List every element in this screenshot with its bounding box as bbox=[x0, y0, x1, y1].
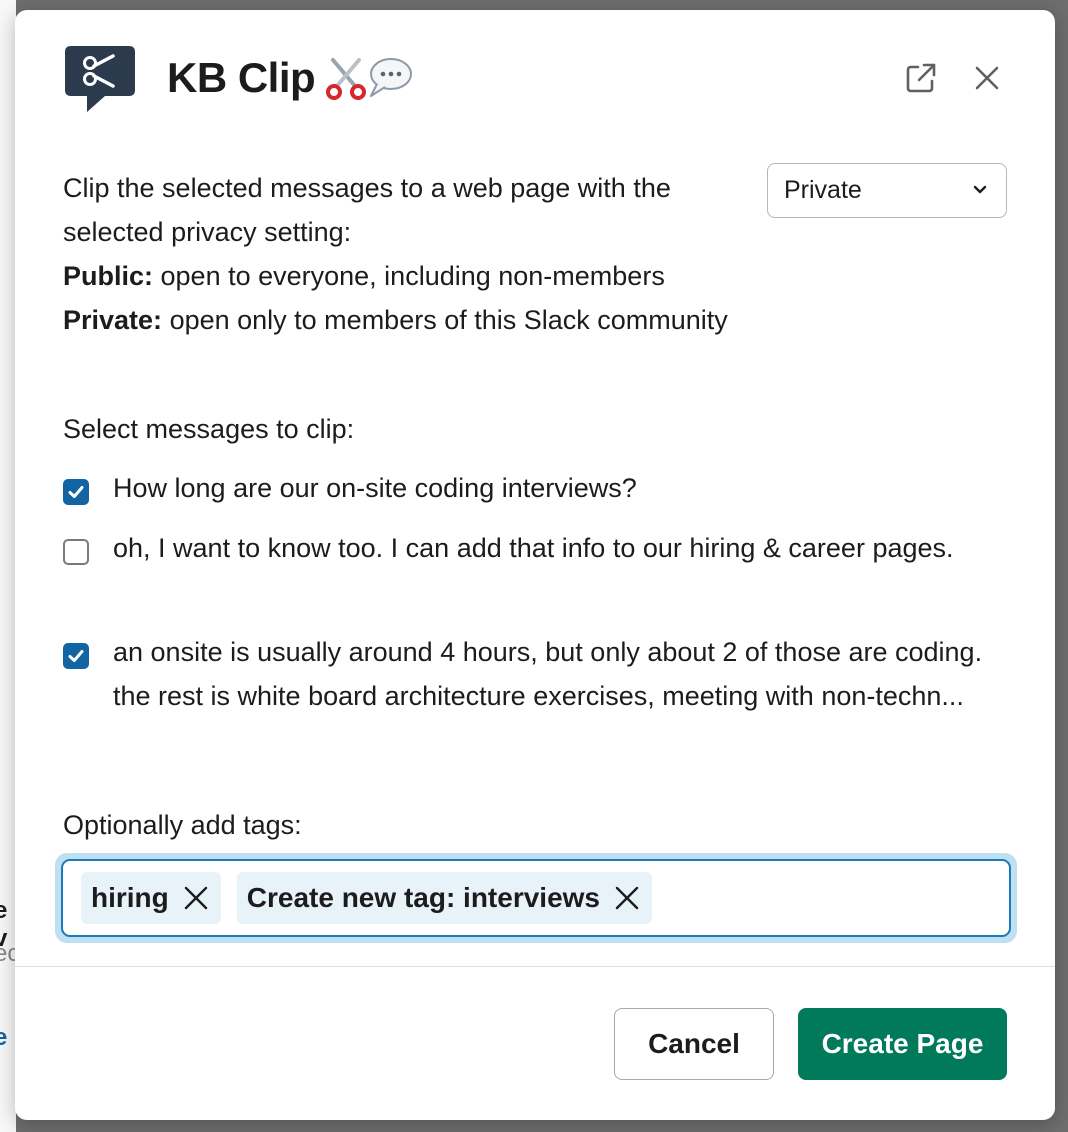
close-icon bbox=[975, 66, 999, 90]
background-app: e v ec e bbox=[0, 0, 19, 1132]
checkmark-icon bbox=[68, 650, 84, 662]
description-public: Public: open to everyone, including non-… bbox=[63, 254, 743, 298]
public-label: Public: bbox=[63, 261, 154, 291]
public-text: open to everyone, including non-members bbox=[153, 261, 665, 291]
privacy-select[interactable]: Private bbox=[767, 163, 1007, 218]
kb-clip-logo-icon bbox=[63, 44, 137, 114]
message-option[interactable]: an onsite is usually around 4 hours, but… bbox=[63, 630, 1013, 718]
kb-clip-modal: KB Clip Clip the selected messages to a … bbox=[15, 10, 1055, 1120]
background-link: e bbox=[0, 1024, 8, 1051]
scissors-icon bbox=[326, 58, 367, 100]
dialog-title: KB Clip bbox=[167, 54, 413, 102]
message-checkbox[interactable] bbox=[63, 643, 89, 669]
tags-input[interactable]: hiring Create new tag: interviews bbox=[61, 859, 1011, 937]
private-text: open only to members of this Slack commu… bbox=[162, 305, 728, 335]
private-label: Private: bbox=[63, 305, 163, 335]
remove-tag-button[interactable] bbox=[614, 885, 640, 911]
message-text: How long are our on-site coding intervie… bbox=[113, 473, 637, 503]
message-checkbox[interactable] bbox=[63, 539, 89, 565]
privacy-select-value: Private bbox=[784, 176, 862, 204]
remove-tag-button[interactable] bbox=[183, 885, 209, 911]
create-page-button[interactable]: Create Page bbox=[798, 1008, 1007, 1080]
close-icon bbox=[615, 886, 639, 910]
message-option[interactable]: How long are our on-site coding intervie… bbox=[63, 466, 1013, 510]
messages-label: Select messages to clip: bbox=[63, 414, 355, 444]
dialog-title-text: KB Clip bbox=[167, 54, 316, 101]
close-button[interactable] bbox=[967, 58, 1007, 98]
open-external-button[interactable] bbox=[901, 58, 941, 98]
message-checkbox[interactable] bbox=[63, 479, 89, 505]
chevron-down-icon bbox=[973, 185, 987, 194]
message-text: oh, I want to know too. I can add that i… bbox=[113, 533, 954, 563]
message-text: an onsite is usually around 4 hours, but… bbox=[113, 637, 983, 711]
close-icon bbox=[184, 886, 207, 910]
footer-divider bbox=[15, 966, 1055, 967]
description-private: Private: open only to members of this Sl… bbox=[63, 298, 743, 342]
tag-chip: Create new tag: interviews bbox=[236, 872, 652, 924]
tags-label: Optionally add tags: bbox=[63, 810, 302, 840]
cancel-button[interactable]: Cancel bbox=[614, 1008, 774, 1080]
speech-bubble-icon bbox=[370, 58, 413, 97]
privacy-description: Clip the selected messages to a web page… bbox=[63, 166, 743, 342]
message-option[interactable]: oh, I want to know too. I can add that i… bbox=[63, 526, 1013, 570]
description-intro: Clip the selected messages to a web page… bbox=[63, 173, 671, 247]
external-link-icon bbox=[906, 63, 936, 93]
tag-chip: hiring bbox=[81, 872, 221, 924]
tag-label: hiring bbox=[91, 882, 169, 913]
title-emoji bbox=[325, 56, 413, 100]
tag-label: Create new tag: interviews bbox=[246, 882, 600, 913]
checkmark-icon bbox=[68, 486, 84, 498]
